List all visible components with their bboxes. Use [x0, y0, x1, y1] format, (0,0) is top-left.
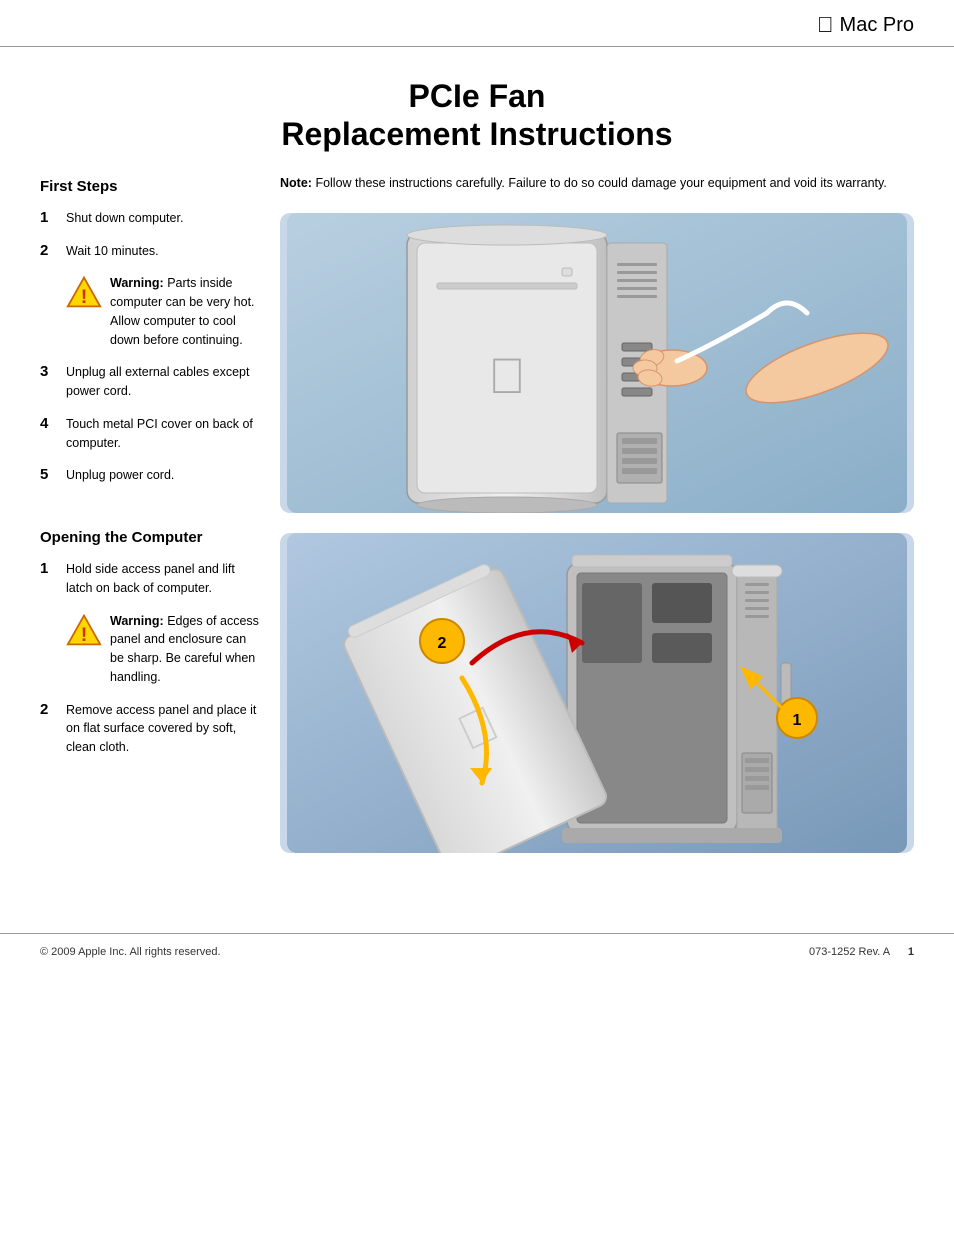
step-number-3: 3 [40, 363, 58, 380]
doc-info: 073-1252 Rev. A 1 [809, 946, 914, 958]
note-text: Follow these instructions carefully. Fai… [315, 176, 886, 190]
warning-block-1: ! Warning: Parts inside computer can be … [66, 274, 260, 349]
opening-step-text-2: Remove access panel and place it on flat… [66, 701, 260, 757]
step-number-1: 1 [40, 209, 58, 226]
step-text-5: Unplug power cord. [66, 466, 174, 485]
warning-icon-1: ! [66, 274, 102, 310]
document-title: PCIe Fan Replacement Instructions [40, 47, 914, 174]
opening-step-text-1: Hold side access panel and lift latch on… [66, 560, 260, 598]
page-header:  Mac Pro [0, 0, 954, 47]
step-number-2: 2 [40, 242, 58, 259]
warning-label-2: Warning: [110, 614, 164, 628]
step-4: 4 Touch metal PCI cover on back of compu… [40, 415, 260, 453]
page-content: PCIe Fan Replacement Instructions First … [0, 47, 954, 913]
warning-icon-2: ! [66, 612, 102, 648]
step-3: 3 Unplug all external cables except powe… [40, 363, 260, 401]
opening-step-2: 2 Remove access panel and place it on fl… [40, 701, 260, 757]
opening-step-number-1: 1 [40, 560, 58, 577]
page-footer: © 2009 Apple Inc. All rights reserved. 0… [0, 933, 954, 970]
title-line2: Replacement Instructions [281, 116, 672, 152]
warning-block-2: ! Warning: Edges of access panel and enc… [66, 612, 260, 687]
svg-text:2: 2 [438, 635, 447, 652]
title-line1: PCIe Fan [409, 78, 546, 114]
note-label: Note: [280, 176, 312, 190]
apple-icon:  [817, 12, 834, 38]
warning-text-1: Warning: Parts inside computer can be ve… [110, 274, 260, 349]
step-2: 2 Wait 10 minutes. [40, 242, 260, 261]
step-1: 1 Shut down computer. [40, 209, 260, 228]
note-box: Note: Follow these instructions carefull… [280, 174, 914, 193]
page-number: 1 [908, 946, 914, 958]
opening-heading: Opening the Computer [40, 529, 260, 546]
step-text-2: Wait 10 minutes. [66, 242, 159, 261]
svg-text:!: ! [81, 623, 88, 645]
opening-step-1: 1 Hold side access panel and lift latch … [40, 560, 260, 598]
svg-text::  [488, 348, 526, 404]
step-text-3: Unplug all external cables except power … [66, 363, 260, 401]
content-area: First Steps 1 Shut down computer. 2 Wait… [40, 174, 914, 873]
svg-text:!: ! [81, 286, 88, 308]
header-title: Mac Pro [840, 14, 914, 37]
step-5: 5 Unplug power cord. [40, 466, 260, 485]
right-column: Note: Follow these instructions carefull… [280, 174, 914, 873]
first-steps-heading: First Steps [40, 178, 260, 195]
warning-label-1: Warning: [110, 276, 164, 290]
copyright: © 2009 Apple Inc. All rights reserved. [40, 946, 221, 958]
warning-text-2: Warning: Edges of access panel and enclo… [110, 612, 260, 687]
opening-step-number-2: 2 [40, 701, 58, 718]
svg-text:1: 1 [793, 712, 802, 729]
step-number-4: 4 [40, 415, 58, 432]
step-text-4: Touch metal PCI cover on back of compute… [66, 415, 260, 453]
header-logo:  Mac Pro [817, 12, 914, 38]
illustration-opening:  1 2 [280, 533, 914, 853]
illustration-first-steps:  [280, 213, 914, 513]
left-column: First Steps 1 Shut down computer. 2 Wait… [40, 174, 280, 873]
doc-number: 073-1252 Rev. A [809, 946, 890, 958]
step-text-1: Shut down computer. [66, 209, 183, 228]
step-number-5: 5 [40, 466, 58, 483]
